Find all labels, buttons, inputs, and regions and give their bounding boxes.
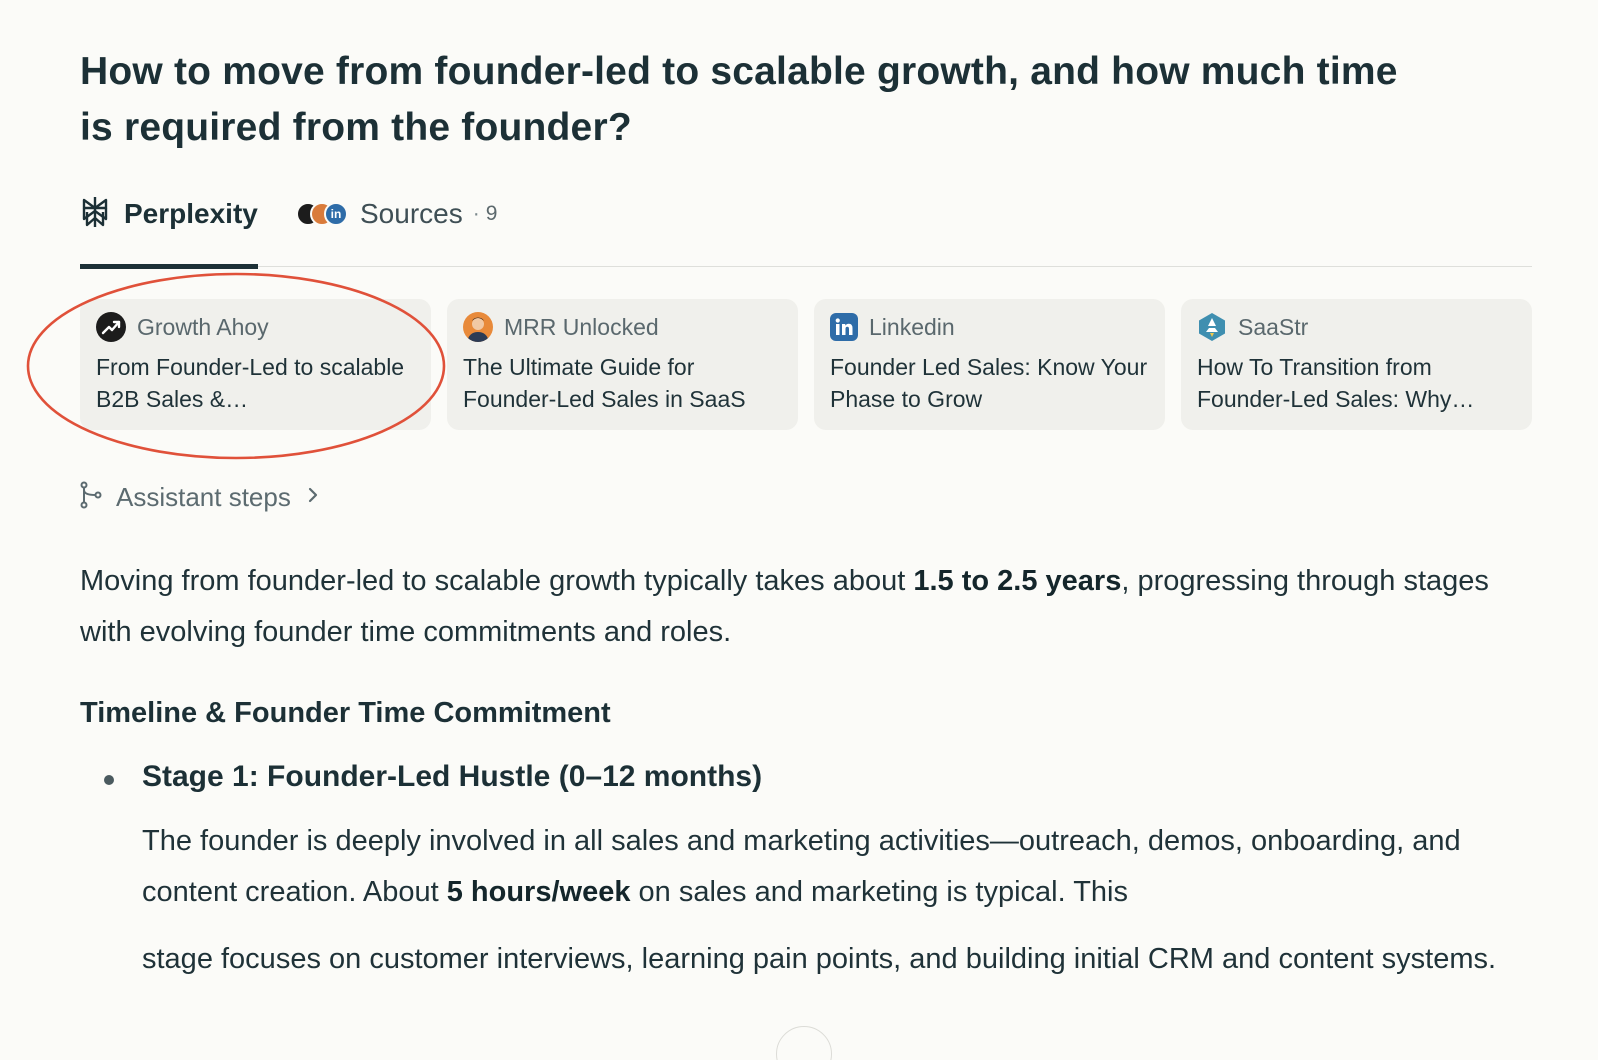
source-cards: Growth Ahoy From Founder-Led to scalable… (80, 299, 1532, 430)
source-favicons: in (296, 201, 350, 227)
source-title: Founder Led Sales: Know Your Phase to Gr… (830, 354, 1148, 412)
perplexity-logo-icon (80, 195, 110, 234)
source-name: Growth Ahoy (137, 313, 269, 340)
scroll-down-button[interactable] (776, 1026, 832, 1060)
stage-title: Stage 1: Founder-Led Hustle (0–12 months… (142, 760, 763, 793)
answer-intro: Moving from founder-led to scalable grow… (80, 556, 1530, 658)
tab-perplexity-label: Perplexity (124, 198, 258, 229)
source-title: From Founder-Led to scalable B2B Sales &… (96, 354, 405, 412)
source-name: Linkedin (869, 313, 955, 340)
sources-separator: · (472, 202, 480, 225)
answer-tabs: Perplexity in Sources · 9 (80, 185, 1532, 269)
question-line-2: is required from the founder? (80, 106, 632, 149)
stage-text-continued: stage focuses on customer interviews, le… (142, 943, 1497, 975)
source-card-saastr[interactable]: SaaStr How To Transition from Founder-Le… (1181, 299, 1532, 430)
stage-description: The founder is deeply involved in all sa… (142, 816, 1530, 985)
source-name: MRR Unlocked (504, 313, 659, 340)
tab-sources[interactable]: in Sources · 9 (296, 185, 497, 267)
source-card-linkedin[interactable]: Linkedin Founder Led Sales: Know Your Ph… (814, 299, 1165, 430)
favicon-linkedin-icon: in (324, 202, 348, 226)
intro-highlight: 1.5 to 2.5 years (913, 565, 1122, 597)
question-title: How to move from founder-led to scalable… (80, 44, 1520, 156)
stage-text-end: on sales and marketing is typical. This (630, 876, 1128, 908)
stage-highlight: 5 hours/week (446, 876, 631, 908)
assistant-steps-toggle[interactable]: Assistant steps (79, 478, 319, 516)
section-heading: Timeline & Founder Time Commitment (80, 697, 611, 729)
saastr-icon (1197, 312, 1227, 342)
avatar-icon (463, 312, 493, 342)
list-item: Stage 1: Founder-Led Hustle (0–12 months… (80, 754, 1530, 985)
sources-count: 9 (485, 202, 498, 225)
linkedin-icon (830, 313, 858, 341)
chevron-right-icon (307, 486, 319, 509)
answer-page: How to move from founder-led to scalable… (0, 0, 1598, 1060)
active-tab-underline (80, 264, 258, 269)
source-name: SaaStr (1238, 313, 1309, 340)
tab-perplexity[interactable]: Perplexity (80, 185, 258, 269)
growth-chart-icon (96, 312, 126, 342)
source-title: How To Transition from Founder-Led Sales… (1197, 354, 1475, 412)
source-card-growth-ahoy[interactable]: Growth Ahoy From Founder-Led to scalable… (80, 299, 431, 430)
source-card-mrr-unlocked[interactable]: MRR Unlocked The Ultimate Guide for Foun… (447, 299, 798, 430)
intro-text: Moving from founder-led to scalable grow… (80, 565, 914, 597)
branch-icon (79, 481, 103, 514)
tab-sources-label: Sources (360, 198, 463, 229)
assistant-steps-label: Assistant steps (116, 481, 291, 512)
source-title: The Ultimate Guide for Founder-Led Sales… (463, 354, 746, 412)
question-line-1: How to move from founder-led to scalable… (80, 50, 1398, 93)
answer-body: Moving from founder-led to scalable grow… (80, 556, 1530, 985)
bullet-dot (104, 775, 114, 785)
